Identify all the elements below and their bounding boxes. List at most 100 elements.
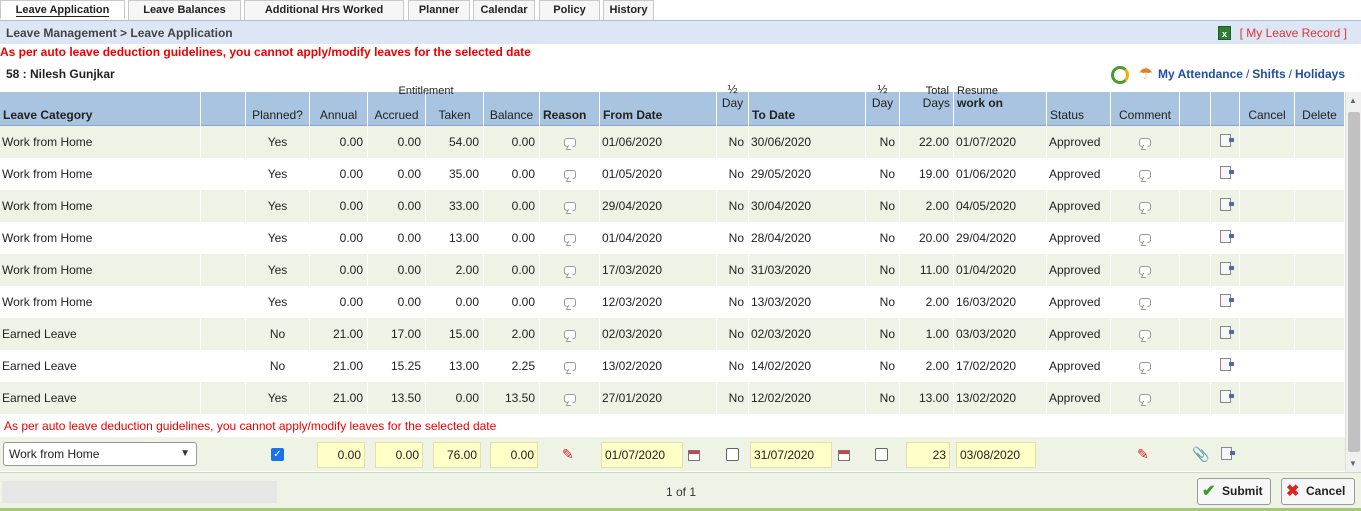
annual-field[interactable]: 0.00 [317,442,365,468]
shifts-link[interactable]: Shifts [1252,67,1285,81]
holidays-link[interactable]: Holidays [1295,67,1345,81]
view-details-icon[interactable] [1219,198,1234,212]
from-half-day-checkbox[interactable] [726,448,739,461]
cell-taken: 2.00 [426,254,484,286]
reason-icon[interactable] [563,394,576,404]
cell-action [1211,318,1240,350]
table-row[interactable]: Work from Home Yes 0.00 0.00 0.00 0.00 12/03/2… [0,286,1345,318]
view-details-icon[interactable] [1219,358,1234,372]
balance-field[interactable]: 0.00 [490,442,538,468]
cell-action [1211,190,1240,222]
reason-icon[interactable] [563,362,576,372]
planned-checkbox[interactable]: ✓ [271,448,284,461]
comment-icon[interactable] [1139,138,1151,148]
vertical-scrollbar[interactable]: ▲ ▼ [1345,92,1361,472]
comment-icon[interactable] [1139,202,1151,212]
cell-blank [201,254,246,286]
reason-icon[interactable] [563,234,576,244]
table-row[interactable]: Work from Home Yes 0.00 0.00 54.00 0.00 01/06/… [0,126,1345,158]
submit-button[interactable]: ✔ Submit [1197,478,1271,505]
cell-from-half-day: No [717,158,749,190]
cell-attach [1180,126,1211,158]
resume-date-field[interactable]: 03/08/2020 [956,442,1036,468]
table-row[interactable]: Earned Leave No 21.00 15.25 13.00 2.25 13/02/2… [0,350,1345,382]
refresh-icon[interactable] [1111,66,1129,84]
cell-reason [540,382,600,414]
cell-reason [540,318,600,350]
action-icon[interactable] [1221,446,1235,461]
table-row[interactable]: Earned Leave No 21.00 17.00 15.00 2.00 02/03/2… [0,318,1345,350]
table-row[interactable]: Work from Home Yes 0.00 0.00 35.00 0.00 01/05/… [0,158,1345,190]
reason-icon[interactable] [563,138,576,148]
comment-icon[interactable] [1139,170,1151,180]
reason-icon[interactable] [563,330,576,340]
cell-resume: 13/02/2020 [954,382,1047,414]
view-details-icon[interactable] [1219,390,1234,404]
cell-accrued: 15.25 [368,350,426,382]
cell-from-date: 27/01/2020 [600,382,717,414]
cell-planned: Yes [246,222,310,254]
to-date-calendar-icon[interactable] [838,450,850,461]
cell-resume: 01/06/2020 [954,158,1047,190]
cell-planned: Yes [246,190,310,222]
tab-history[interactable]: History [603,0,654,20]
cell-balance: 0.00 [484,254,540,286]
col-status: Status [1047,92,1111,126]
to-half-day-checkbox[interactable] [875,448,888,461]
comment-edit-icon[interactable]: ✎ [1137,446,1149,463]
days-field[interactable]: 23 [906,442,950,468]
tab-calendar[interactable]: Calendar [473,0,535,20]
to-date-field[interactable]: 31/07/2020 [750,442,832,468]
comment-icon[interactable] [1139,266,1151,276]
leave-category-select[interactable]: Work from Home ▼ [3,442,197,466]
view-details-icon[interactable] [1219,230,1234,244]
taken-field[interactable]: 76.00 [433,442,481,468]
tab-planner[interactable]: Planner [408,0,470,20]
cell-resume: 16/03/2020 [954,286,1047,318]
scroll-down-arrow[interactable]: ▼ [1349,459,1357,468]
comment-icon[interactable] [1139,298,1151,308]
tab-leave-balances[interactable]: Leave Balances [128,0,241,20]
view-details-icon[interactable] [1219,262,1234,276]
cell-balance: 2.25 [484,350,540,382]
reason-icon[interactable] [563,170,576,180]
from-date-field[interactable]: 01/07/2020 [601,442,683,468]
view-details-icon[interactable] [1219,326,1234,340]
table-row[interactable]: Work from Home Yes 0.00 0.00 33.00 0.00 29/04/… [0,190,1345,222]
cell-from-half-day: No [717,222,749,254]
accrued-field[interactable]: 0.00 [375,442,423,468]
comment-icon[interactable] [1139,234,1151,244]
scrollbar-thumb[interactable] [1348,112,1360,452]
tab-policy[interactable]: Policy [539,0,600,20]
comment-icon[interactable] [1139,362,1151,372]
view-details-icon[interactable] [1219,134,1234,148]
table-row[interactable]: Earned Leave Yes 21.00 13.50 0.00 13.50 27/01/… [0,382,1345,414]
from-date-calendar-icon[interactable] [688,450,700,461]
reason-icon[interactable] [563,266,576,276]
scroll-up-arrow[interactable]: ▲ [1349,96,1357,105]
tab-leave-application[interactable]: Leave Application [0,0,125,20]
view-details-icon[interactable] [1219,294,1234,308]
my-leave-record-link[interactable]: [ My Leave Record ] [1240,26,1347,40]
cancel-button[interactable]: ✖ Cancel [1281,478,1355,505]
cell-attach [1180,254,1211,286]
cell-attach [1180,222,1211,254]
reason-edit-icon[interactable]: ✎ [562,446,574,463]
cell-resume: 03/03/2020 [954,318,1047,350]
excel-icon[interactable]: x [1218,26,1231,40]
attachment-icon[interactable]: 📎 [1192,446,1209,463]
cell-status: Approved [1047,254,1111,286]
comment-icon[interactable] [1139,330,1151,340]
cell-comment [1111,382,1180,414]
cell-taken: 54.00 [426,126,484,158]
reason-icon[interactable] [563,202,576,212]
reason-icon[interactable] [563,298,576,308]
tab-additional-hrs-worked[interactable]: Additional Hrs Worked [244,0,404,20]
my-attendance-link[interactable]: My Attendance [1158,67,1243,81]
table-row[interactable]: Work from Home Yes 0.00 0.00 2.00 0.00 17/03/2… [0,254,1345,286]
comment-icon[interactable] [1139,394,1151,404]
view-details-icon[interactable] [1219,166,1234,180]
cell-reason [540,190,600,222]
table-row[interactable]: Work from Home Yes 0.00 0.00 13.00 0.00 01/04/… [0,222,1345,254]
col-action [1211,92,1240,126]
